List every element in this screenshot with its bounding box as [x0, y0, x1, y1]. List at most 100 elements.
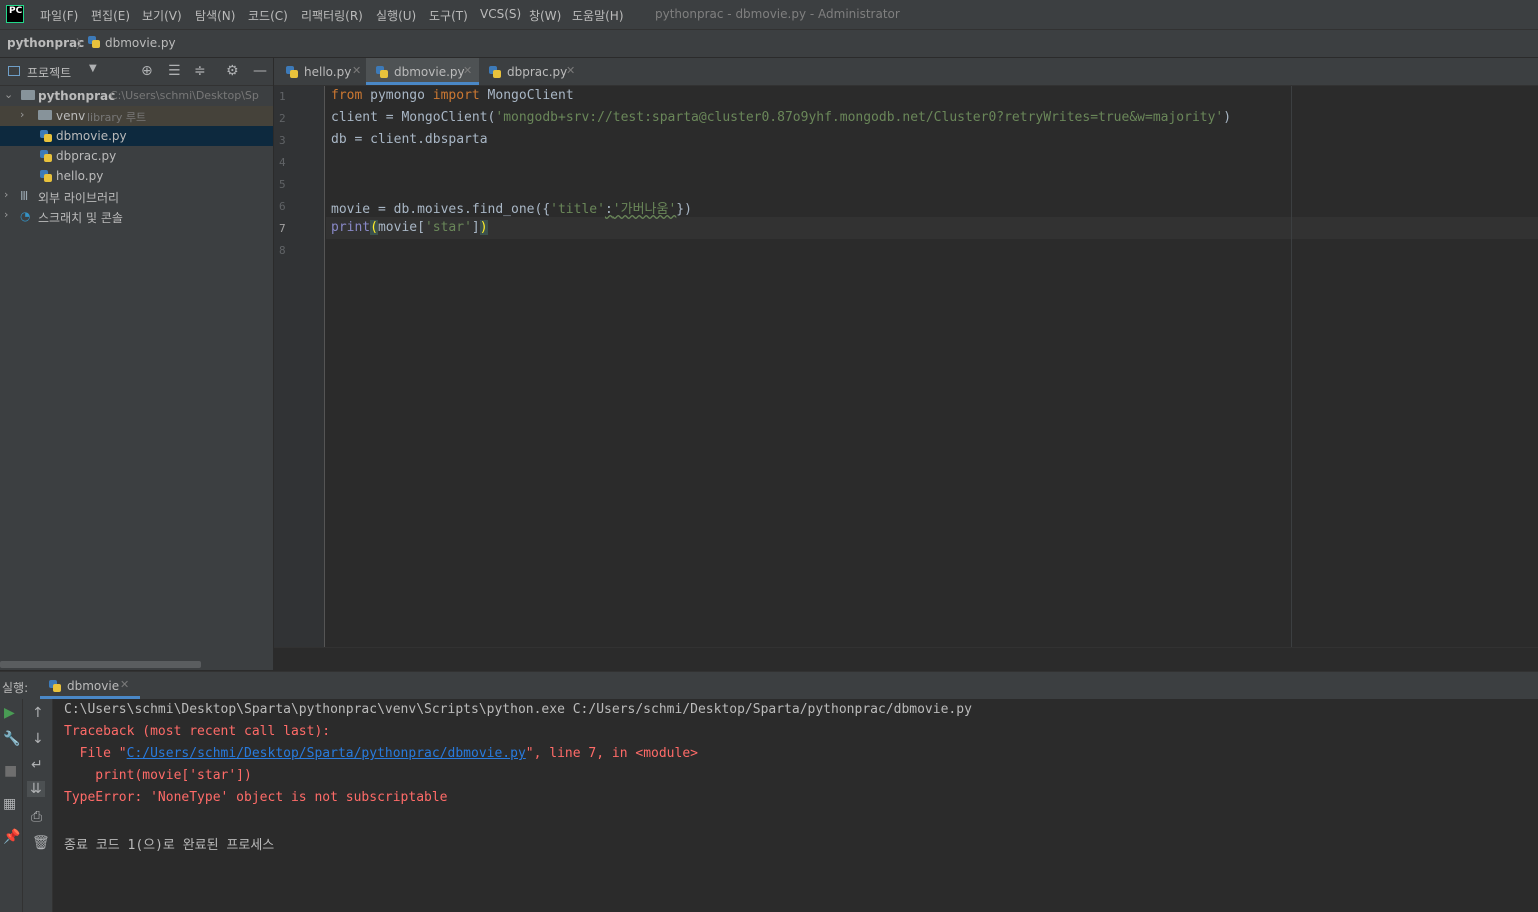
line-number: 8 [279, 244, 286, 257]
stop-icon[interactable]: ■ [4, 763, 17, 779]
breadcrumb-separator-icon: 〉 [76, 37, 89, 51]
console-traceback: Traceback (most recent call last): [64, 724, 331, 739]
breadcrumb-file[interactable]: dbmovie.py [105, 36, 176, 50]
tab-label: hello.py [304, 65, 352, 79]
menu-file[interactable]: 파일(F) [40, 7, 78, 24]
rerun-play-icon[interactable]: ▶ [4, 705, 15, 721]
close-icon[interactable]: ✕ [463, 64, 472, 77]
tree-item-dbmovie[interactable]: dbmovie.py [0, 126, 273, 146]
tree-item-note: library 루트 [87, 111, 147, 124]
menu-bar: PC 파일(F) 편집(E) 보기(V) 탐색(N) 코드(C) 리팩터링(R)… [0, 0, 1538, 30]
tree-root-label: pythonprac [38, 89, 116, 103]
tab-hello-py[interactable]: hello.py ✕ [276, 58, 364, 85]
menu-code[interactable]: 코드(C) [248, 7, 288, 24]
gear-icon[interactable]: ⚙ [226, 63, 239, 79]
tab-dbmovie-py[interactable]: dbmovie.py ✕ [366, 58, 479, 85]
console-exit-message: 종료 코드 1(으)로 완료된 프로세스 [64, 838, 275, 853]
run-toolbar-console: ↑ ↓ ↵ ⇊ ⎙ 🗑 [23, 699, 53, 912]
right-margin-guide [1291, 86, 1292, 647]
navigation-bar: pythonprac 〉 dbmovie.py [0, 30, 1538, 58]
menu-edit[interactable]: 편집(E) [91, 7, 130, 24]
tree-root-project[interactable]: ⌄ pythonprac C:\Users\schmi\Desktop\Sp [0, 86, 273, 106]
menu-vcs[interactable]: VCS(S) [480, 7, 521, 21]
print-icon[interactable]: ⎙ [31, 809, 42, 825]
scroll-to-end-icon[interactable]: ⇊ [27, 781, 45, 797]
line-number: 5 [279, 178, 286, 191]
tree-item-scratches[interactable]: › ◔ 스크래치 및 콘솔 [0, 206, 273, 226]
console-file-line: File "C:/Users/schmi/Desktop/Sparta/pyth… [64, 746, 698, 761]
code-line-6: movie = db.moives.find_one({'title':'가버나… [331, 202, 692, 217]
tab-dbprac-py[interactable]: dbprac.py ✕ [479, 58, 579, 85]
close-icon[interactable]: ✕ [120, 678, 129, 691]
hide-panel-icon[interactable]: — [253, 63, 267, 79]
soft-wrap-icon[interactable]: ↵ [31, 757, 43, 773]
menu-tools[interactable]: 도구(T) [429, 7, 468, 24]
pycharm-logo-icon: PC [6, 5, 24, 23]
code-line-1: from pymongo import MongoClient [331, 88, 574, 103]
close-icon[interactable]: ✕ [352, 64, 361, 77]
console-file-link[interactable]: C:/Users/schmi/Desktop/Sparta/pythonprac… [127, 746, 526, 761]
tree-item-external-libraries[interactable]: › Ⅲ 외부 라이브러리 [0, 186, 273, 206]
chevron-right-icon[interactable]: › [4, 208, 8, 221]
horizontal-scrollbar[interactable] [0, 661, 201, 668]
console-error-message: TypeError: 'NoneType' object is not subs… [64, 790, 448, 805]
menu-run[interactable]: 실행(U) [376, 7, 416, 24]
trash-icon[interactable]: 🗑 [32, 835, 50, 851]
code-line-2: client = MongoClient('mongodb+srv://test… [331, 110, 1232, 125]
locate-target-icon[interactable]: ⊕ [141, 63, 153, 79]
tree-item-dbprac[interactable]: dbprac.py [0, 146, 273, 166]
close-icon[interactable]: ✕ [566, 64, 575, 77]
line-number: 3 [279, 134, 286, 147]
collapse-all-icon[interactable]: ≑ [194, 63, 206, 79]
python-file-icon [40, 170, 52, 182]
tree-item-label: 스크래치 및 콘솔 [38, 211, 123, 225]
current-line-highlight [326, 217, 1538, 239]
line-number: 7 [279, 222, 286, 235]
library-icon: Ⅲ [20, 189, 29, 203]
python-file-icon [40, 150, 52, 162]
editor-tab-bar: hello.py ✕ dbmovie.py ✕ dbprac.py ✕ [274, 58, 1538, 86]
run-console-output[interactable]: C:\Users\schmi\Desktop\Sparta\pythonprac… [53, 699, 1538, 912]
project-panel-title[interactable]: 프로젝트 [27, 64, 71, 81]
line-number-gutter: 1 2 3 4 5 6 7 8 [274, 86, 325, 647]
scratches-icon: ◔ [20, 209, 31, 223]
python-file-icon [489, 66, 501, 78]
wrench-icon[interactable]: 🔧 [3, 731, 20, 747]
menu-navigate[interactable]: 탐색(N) [195, 7, 235, 24]
console-code-line: print(movie['star']) [64, 768, 252, 783]
line-number: 4 [279, 156, 286, 169]
window-title: pythonprac - dbmovie.py - Administrator [655, 7, 900, 21]
python-run-icon [49, 680, 61, 692]
chevron-down-icon[interactable]: ▼ [89, 63, 97, 74]
run-tab-label: dbmovie [67, 679, 120, 693]
arrow-up-icon[interactable]: ↑ [32, 705, 44, 721]
arrow-down-icon[interactable]: ↓ [32, 731, 44, 747]
tree-item-hello[interactable]: hello.py [0, 166, 273, 186]
line-number: 1 [279, 90, 286, 103]
tree-item-venv[interactable]: › venv library 루트 [0, 106, 273, 126]
breadcrumb-project[interactable]: pythonprac [7, 36, 84, 50]
pin-icon[interactable]: 📌 [3, 829, 20, 845]
tree-item-label: 외부 라이브러리 [38, 191, 120, 205]
console-command-line: C:\Users\schmi\Desktop\Sparta\pythonprac… [64, 702, 972, 717]
chevron-right-icon[interactable]: › [4, 188, 8, 201]
menu-window[interactable]: 창(W) [529, 7, 561, 24]
menu-view[interactable]: 보기(V) [142, 7, 182, 24]
code-editor[interactable]: 1 2 3 4 5 6 7 8 from pymongo import Mong… [274, 86, 1538, 647]
tree-item-label: dbmovie.py [56, 129, 127, 143]
expand-all-icon[interactable]: ☰ [168, 63, 181, 79]
tab-label: dbprac.py [507, 65, 568, 79]
python-file-icon [88, 36, 100, 48]
folder-icon [21, 90, 35, 100]
tree-item-label: dbprac.py [56, 149, 117, 163]
layout-icon[interactable]: ▦ [3, 796, 16, 812]
run-tab-dbmovie[interactable]: dbmovie ✕ [40, 672, 140, 699]
chevron-down-icon[interactable]: ⌄ [4, 88, 13, 101]
python-file-icon [286, 66, 298, 78]
editor-breadcrumb-strip [274, 647, 1538, 671]
chevron-right-icon[interactable]: › [20, 108, 24, 121]
project-panel-header: 프로젝트 ▼ ⊕ ☰ ≑ ⚙ — [0, 58, 273, 86]
run-panel-header: 실행: dbmovie ✕ [0, 671, 1538, 700]
menu-refactor[interactable]: 리팩터링(R) [301, 7, 363, 24]
menu-help[interactable]: 도움말(H) [572, 7, 624, 24]
